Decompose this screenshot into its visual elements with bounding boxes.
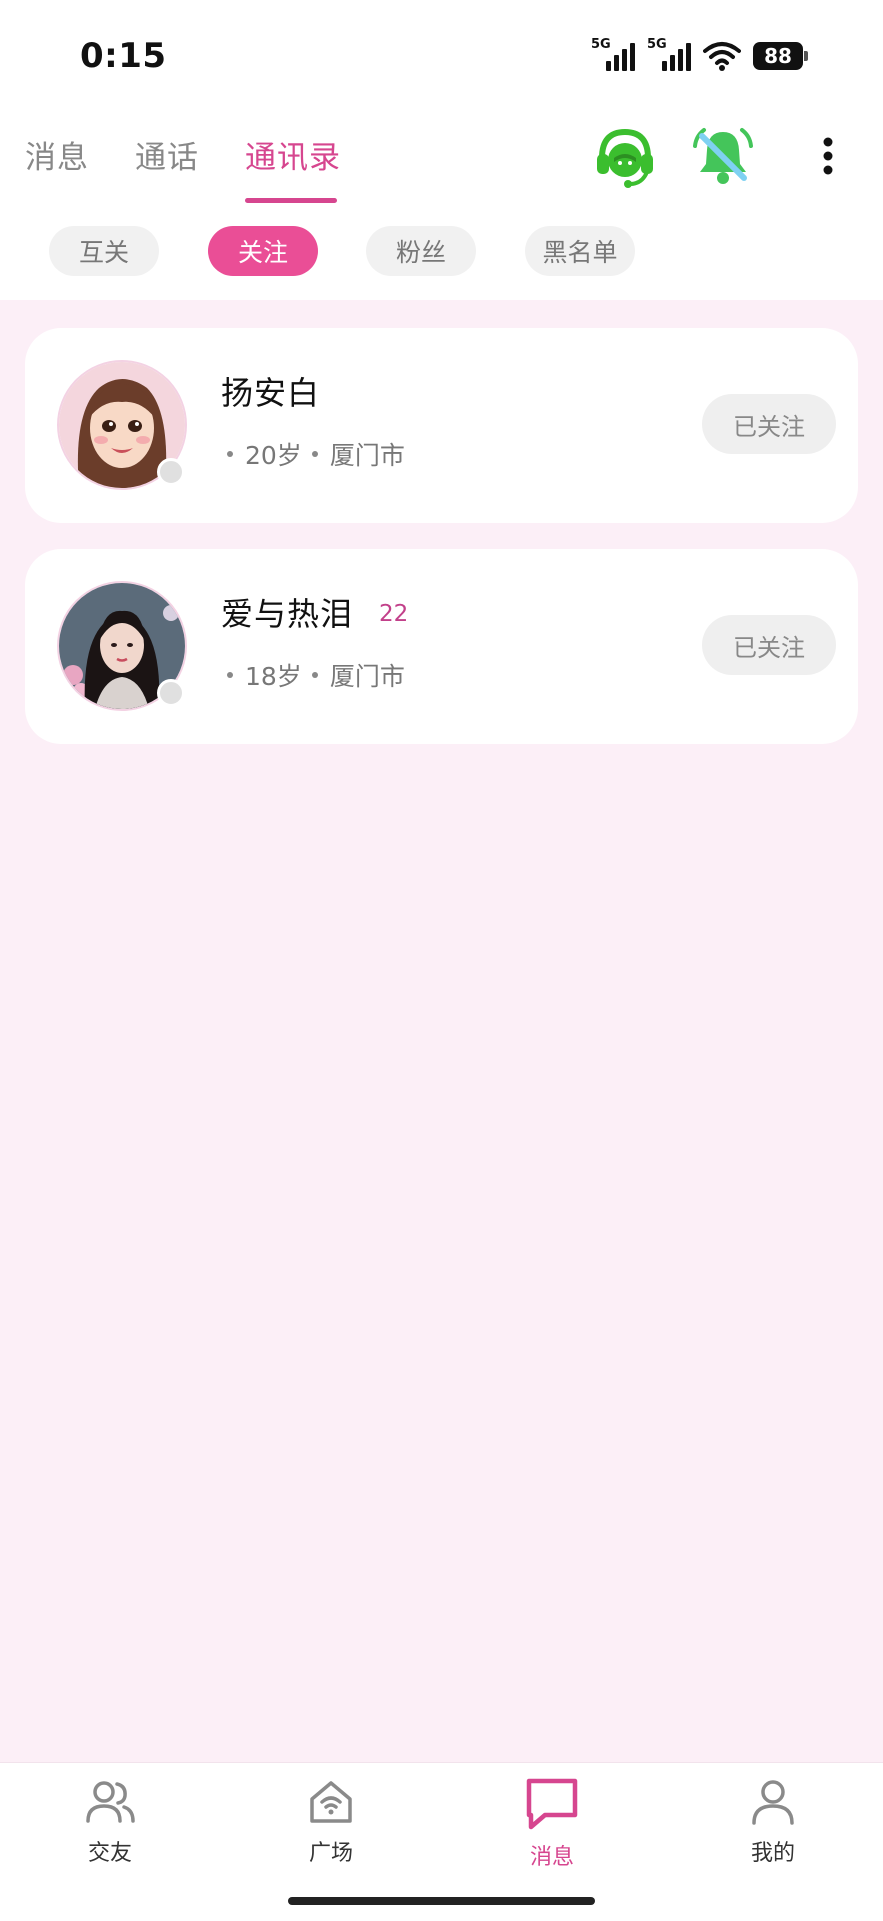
tab-calls[interactable]: 通话 [135, 132, 199, 177]
square-icon [310, 1781, 352, 1823]
message-icon [526, 1778, 578, 1830]
cellular-signal-icon: 5G [647, 37, 691, 73]
contact-age: 18岁 [245, 662, 302, 691]
bell-muted-icon[interactable] [690, 124, 756, 190]
status-time: 0:15 [80, 36, 167, 76]
filter-chips: 互关 关注 粉丝 黑名单 [0, 222, 883, 282]
wifi-icon [703, 42, 741, 71]
nav-item-square[interactable]: 广场 [271, 1775, 391, 1885]
nav-label: 我的 [750, 1841, 795, 1866]
friends-icon [86, 1781, 135, 1823]
nav-item-messages[interactable]: 消息 [492, 1775, 612, 1885]
chip-fans[interactable]: 粉丝 [366, 226, 476, 276]
battery-level: 88 [764, 44, 792, 68]
contact-age: 20岁 [245, 441, 302, 470]
online-status-dot [157, 458, 185, 486]
nav-label: 消息 [529, 1845, 574, 1870]
contact-card[interactable]: 扬安白 20岁 厦门市 已关注 [25, 328, 858, 523]
contact-city: 厦门市 [329, 662, 405, 691]
chip-blacklist[interactable]: 黑名单 [525, 226, 635, 276]
contact-name: 爱与热泪 [221, 595, 354, 633]
chip-mutual[interactable]: 互关 [49, 226, 159, 276]
contact-meta: 20岁 厦门市 [225, 436, 405, 472]
contact-card[interactable]: 爱与热泪 22 18岁 厦门市 已关注 [25, 549, 858, 744]
status-icons: 5G 5G 88 [591, 36, 808, 76]
bullet-icon [227, 451, 233, 457]
status-bar: 0:15 5G 5G 88 [0, 0, 883, 110]
nav-label: 广场 [308, 1841, 353, 1866]
contact-meta: 18岁 厦门市 [225, 657, 405, 693]
contact-count-badge: 22 [379, 601, 409, 627]
header: 消息 通话 通讯录 [0, 110, 883, 220]
bullet-icon [311, 451, 318, 457]
nav-item-friends[interactable]: 交友 [50, 1775, 170, 1885]
bullet-icon [227, 672, 233, 678]
contact-city: 厦门市 [329, 441, 405, 470]
followed-button[interactable]: 已关注 [702, 394, 836, 454]
more-vertical-icon[interactable] [816, 124, 840, 190]
online-status-dot [157, 679, 185, 707]
tab-messages[interactable]: 消息 [25, 132, 89, 177]
active-tab-indicator [245, 198, 337, 203]
nav-label: 交友 [87, 1841, 132, 1866]
contact-name: 扬安白 [221, 374, 321, 412]
followed-button[interactable]: 已关注 [702, 615, 836, 675]
nav-item-profile[interactable]: 我的 [713, 1775, 833, 1885]
profile-icon [752, 1780, 794, 1825]
cellular-signal-icon: 5G [591, 37, 635, 73]
customer-service-icon[interactable] [592, 124, 658, 190]
bullet-icon [311, 672, 318, 678]
tab-contacts[interactable]: 通讯录 [245, 132, 341, 177]
chip-following[interactable]: 关注 [208, 226, 318, 276]
battery-icon: 88 [753, 42, 808, 70]
home-indicator[interactable] [288, 1897, 595, 1905]
